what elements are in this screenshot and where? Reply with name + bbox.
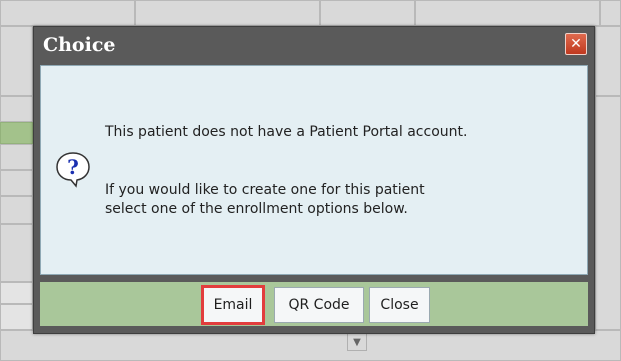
grid-cell bbox=[595, 26, 621, 96]
grid-cell bbox=[0, 224, 33, 282]
grid-cell bbox=[0, 0, 135, 26]
svg-text:?: ? bbox=[67, 155, 79, 179]
close-button[interactable]: Close bbox=[369, 287, 430, 323]
dropdown-arrow-icon[interactable]: ▼ bbox=[347, 333, 367, 351]
grid-cell bbox=[0, 282, 33, 304]
message-line-2: If you would like to create one for this… bbox=[105, 182, 425, 198]
dialog-body: ? This patient does not have a Patient P… bbox=[40, 65, 588, 275]
grid-cell bbox=[595, 96, 621, 330]
grid-cell bbox=[320, 0, 415, 26]
grid-cell bbox=[600, 0, 621, 26]
dialog-titlebar[interactable]: Choice ✕ bbox=[34, 27, 594, 65]
grid-cell bbox=[0, 196, 33, 224]
grid-cell bbox=[0, 170, 33, 196]
grid-cell bbox=[0, 304, 33, 330]
grid-cell bbox=[0, 144, 33, 170]
qr-code-button[interactable]: QR Code bbox=[274, 287, 364, 323]
grid-cell bbox=[415, 0, 600, 26]
grid-cell bbox=[135, 0, 320, 26]
grid-cell bbox=[0, 330, 621, 361]
close-icon[interactable]: ✕ bbox=[565, 33, 587, 55]
message-line-1: This patient does not have a Patient Por… bbox=[105, 124, 468, 140]
dialog-footer: Email QR Code Close bbox=[40, 282, 588, 326]
choice-dialog: Choice ✕ ? This patient does not have a … bbox=[33, 26, 595, 334]
grid-cell bbox=[0, 26, 33, 96]
dialog-title: Choice bbox=[43, 34, 116, 56]
grid-cell bbox=[0, 96, 33, 122]
grid-cell-selected bbox=[0, 122, 33, 144]
message-line-3: select one of the enrollment options bel… bbox=[105, 201, 408, 217]
email-button[interactable]: Email bbox=[201, 285, 265, 325]
question-icon: ? bbox=[56, 152, 90, 188]
